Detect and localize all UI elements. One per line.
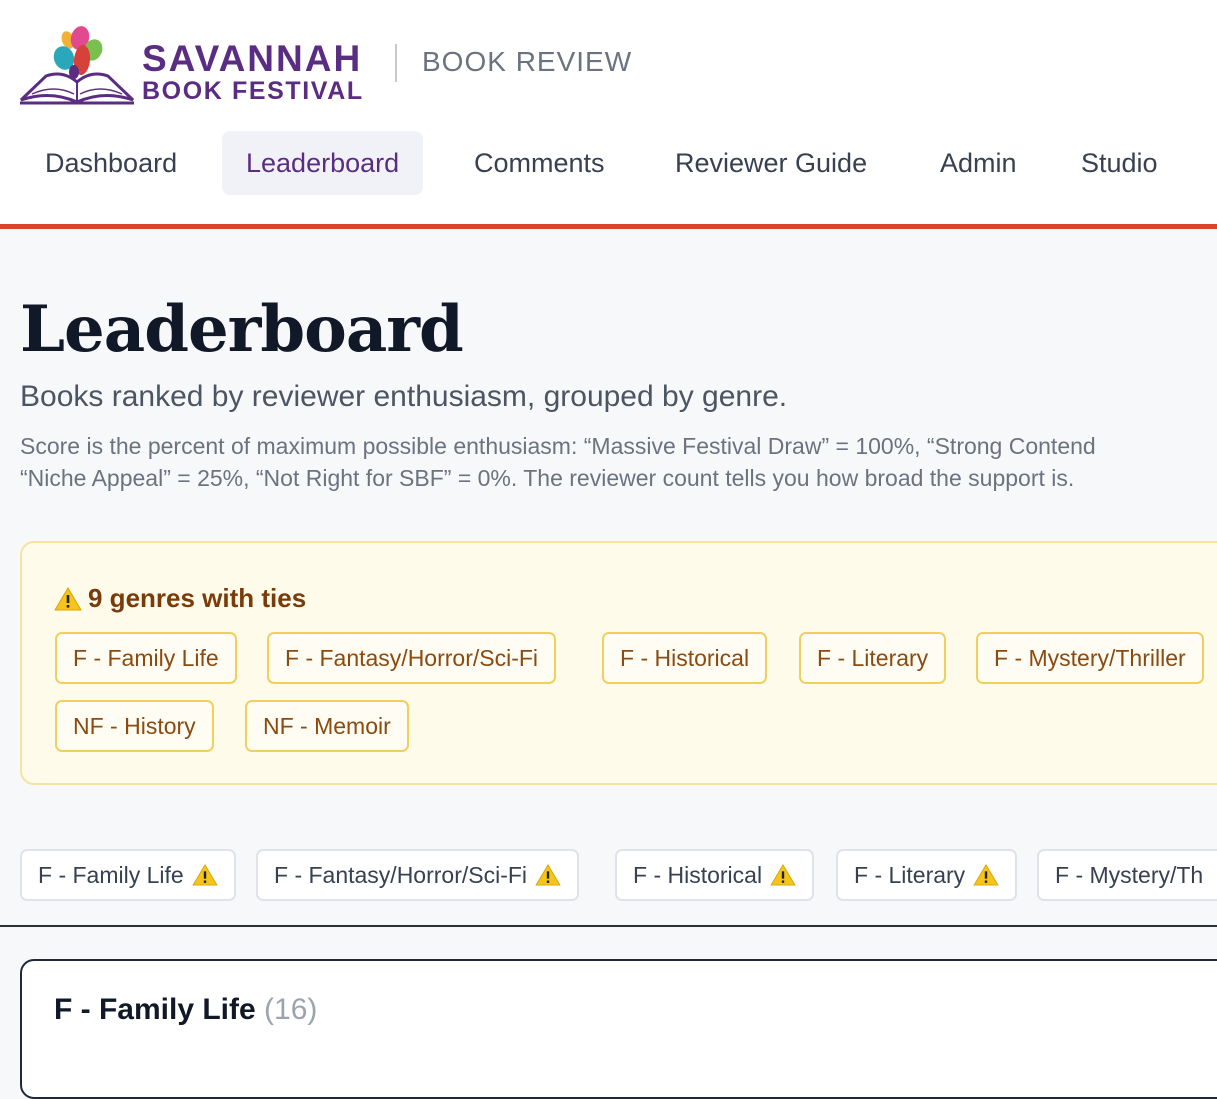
ties-alert-panel: 9 genres with ties F - Family Life F - F… xyxy=(20,541,1217,785)
tab-dashboard[interactable]: Dashboard xyxy=(21,131,201,195)
open-book-logo xyxy=(19,26,135,105)
tie-chip-family-life[interactable]: F - Family Life xyxy=(55,632,237,684)
tab-studio[interactable]: Studio xyxy=(1057,131,1182,195)
ties-title: 9 genres with ties xyxy=(54,583,306,614)
score-explanation-line2: “Niche Appeal” = 25%, “Not Right for SBF… xyxy=(20,465,1075,491)
tie-chip-nf-memoir[interactable]: NF - Memoir xyxy=(245,700,409,752)
genre-tab-historical[interactable]: F - Historical xyxy=(615,849,815,901)
warning-icon xyxy=(770,864,796,886)
warning-icon xyxy=(191,864,218,886)
genre-section-card: F - Family Life (16) xyxy=(20,959,1217,1099)
tie-chip-literary[interactable]: F - Literary xyxy=(799,632,947,684)
genre-section-name: F - Family Life xyxy=(54,993,256,1026)
warning-icon xyxy=(973,864,999,886)
genre-tab-label: F - Fantasy/Horror/Sci-Fi xyxy=(274,861,528,888)
tab-leaderboard[interactable]: Leaderboard xyxy=(222,131,424,195)
top-bar: SAVANNAH BOOK FESTIVAL BOOK REVIEW Dashb… xyxy=(0,0,1217,224)
tie-chip-historical[interactable]: F - Historical xyxy=(602,632,768,684)
tab-comments[interactable]: Comments xyxy=(450,131,629,195)
header-accent-line xyxy=(0,224,1217,229)
genre-section-title: F - Family Life (16) xyxy=(54,993,317,1027)
brand-line2: BOOK FESTIVAL xyxy=(142,77,364,105)
brand-wordmark: SAVANNAH BOOK FESTIVAL xyxy=(142,40,364,104)
genre-tab-label: F - Family Life xyxy=(38,861,184,888)
tab-admin[interactable]: Admin xyxy=(916,131,1041,195)
section-divider xyxy=(0,925,1217,927)
score-explanation: Score is the percent of maximum possible… xyxy=(20,430,1096,494)
ties-title-text: 9 genres with ties xyxy=(88,583,307,613)
genre-tab-fantasy-horror-scifi[interactable]: F - Fantasy/Horror/Sci-Fi xyxy=(256,849,580,901)
genre-tab-label: F - Historical xyxy=(633,861,763,888)
genre-tab-family-life[interactable]: F - Family Life xyxy=(20,849,236,901)
genre-section-count: (16) xyxy=(264,993,318,1026)
genre-tab-literary[interactable]: F - Literary xyxy=(836,849,1018,901)
genre-tab-mystery-thriller[interactable]: F - Mystery/Th xyxy=(1037,849,1217,901)
tie-chip-mystery-thriller[interactable]: F - Mystery/Thriller xyxy=(976,632,1204,684)
brand-line1: SAVANNAH xyxy=(142,38,363,79)
genre-tab-label: F - Mystery/Th xyxy=(1055,861,1204,888)
page-title: Leaderboard xyxy=(20,292,464,367)
score-explanation-line1: Score is the percent of maximum possible… xyxy=(20,433,1096,459)
brand-separator xyxy=(395,44,397,82)
genre-tab-label: F - Literary xyxy=(854,861,966,888)
warning-icon xyxy=(535,864,561,886)
warning-icon xyxy=(54,586,82,610)
app-section-name: BOOK REVIEW xyxy=(422,46,633,77)
tie-chip-fantasy-horror-scifi[interactable]: F - Fantasy/Horror/Sci-Fi xyxy=(267,632,557,684)
tie-chip-nf-history[interactable]: NF - History xyxy=(55,700,214,752)
tab-reviewer-guide[interactable]: Reviewer Guide xyxy=(651,131,891,195)
page-subtitle: Books ranked by reviewer enthusiasm, gro… xyxy=(20,380,788,413)
